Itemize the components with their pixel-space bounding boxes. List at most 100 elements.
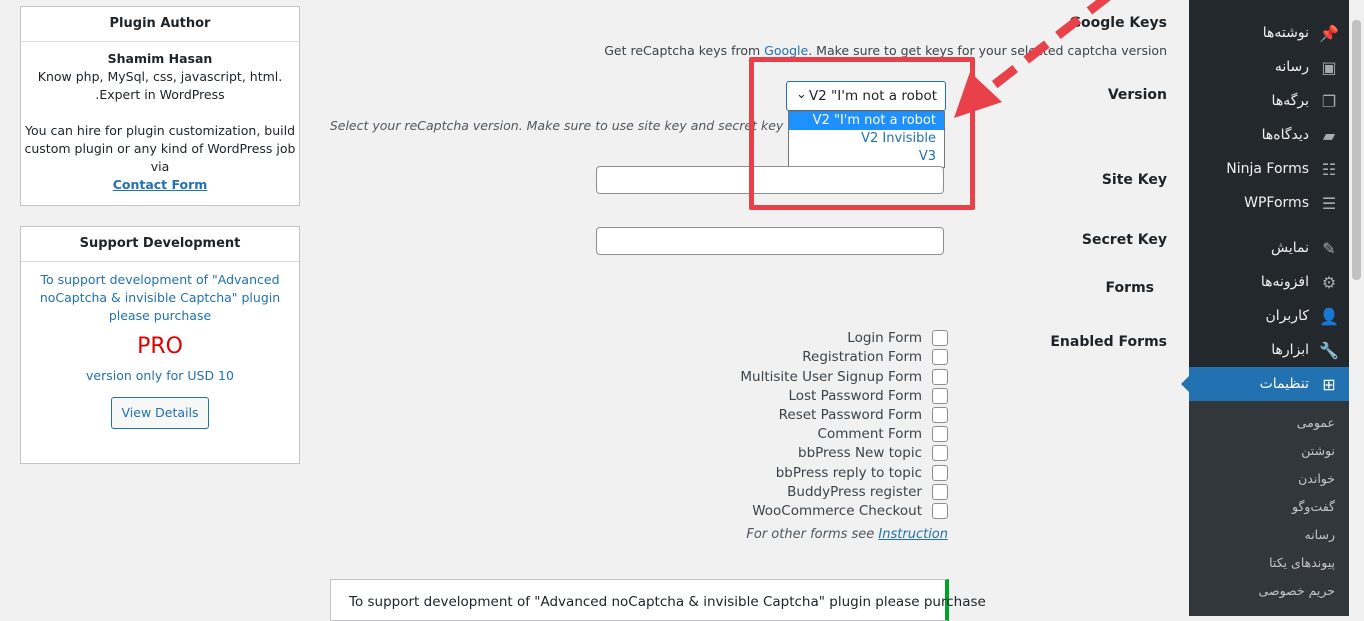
secret-key-label: Secret Key xyxy=(1081,232,1167,248)
settings-icon: ⊞ xyxy=(1322,374,1336,394)
checkbox-row-login[interactable]: Login Form xyxy=(847,329,948,347)
page-scrollbar[interactable] xyxy=(1349,0,1364,616)
checkbox[interactable] xyxy=(932,407,948,423)
checkbox-row-reset-password[interactable]: Reset Password Form xyxy=(779,406,948,424)
contact-form-link[interactable]: Contact Form xyxy=(113,177,208,192)
submenu-discussion[interactable]: گفت‌وگو xyxy=(1292,499,1335,514)
checkbox[interactable] xyxy=(932,503,948,519)
menu-label: WPForms xyxy=(1244,195,1309,211)
checkbox-row-buddypress[interactable]: BuddyPress register xyxy=(787,483,948,501)
media-icon: ▣ xyxy=(1321,57,1337,77)
submenu-general[interactable]: عمومی xyxy=(1297,415,1335,430)
checkbox[interactable] xyxy=(932,349,948,365)
scrollbar-thumb[interactable] xyxy=(1352,20,1361,280)
menu-label: رسانه xyxy=(1274,59,1309,75)
checkbox-label: Registration Form xyxy=(802,349,922,365)
checkbox[interactable] xyxy=(932,426,948,442)
checkbox[interactable] xyxy=(932,330,948,346)
support-line1: To support development of "Advanced xyxy=(40,272,280,287)
checkbox-row-lost-password[interactable]: Lost Password Form xyxy=(788,387,948,405)
checkbox-label: Login Form xyxy=(847,330,922,346)
forms-section-label: Forms xyxy=(1105,280,1154,296)
submenu-permalinks[interactable]: پیوندهای یکتا xyxy=(1269,555,1335,570)
menu-item-ninja-forms[interactable]: Ninja Forms ☷ xyxy=(1189,152,1349,186)
checkbox[interactable] xyxy=(932,445,948,461)
menu-item-appearance[interactable]: نمایش ✎ xyxy=(1189,231,1349,265)
site-key-label: Site Key xyxy=(1101,172,1167,188)
author-hire-via: via xyxy=(150,159,170,174)
menu-item-comments[interactable]: دیدگاه‌ها ▰ xyxy=(1189,118,1349,152)
author-name: Shamim Hasan xyxy=(107,51,213,66)
support-line2: noCaptcha & invisible Captcha" plugin xyxy=(39,290,281,305)
menu-label: برگه‌ها xyxy=(1271,93,1309,109)
other-forms-note: For other forms see Instruction xyxy=(746,527,948,542)
bottom-notice-text: To support development of "Advanced noCa… xyxy=(349,594,986,610)
checkbox-label: Reset Password Form xyxy=(778,407,922,423)
plugins-icon: ⚙ xyxy=(1321,272,1337,292)
checkbox-row-multisite[interactable]: Multisite User Signup Form xyxy=(740,368,948,386)
checkbox-label: bbPress New topic xyxy=(798,445,922,461)
menu-item-pages[interactable]: برگه‌ها ❐ xyxy=(1189,84,1349,118)
checkbox[interactable] xyxy=(932,369,948,385)
pin-icon: 📌 xyxy=(1319,23,1339,43)
submenu-reading[interactable]: خواندن xyxy=(1298,471,1335,486)
menu-label: افزونه‌ها xyxy=(1260,274,1309,290)
submenu-media[interactable]: رسانه xyxy=(1305,527,1336,542)
checkbox-label: BuddyPress register xyxy=(787,484,922,500)
menu-label: کاربران xyxy=(1265,308,1309,324)
checkbox-row-bbpress-reply[interactable]: bbPress reply to topic xyxy=(776,464,948,482)
checkbox[interactable] xyxy=(932,388,948,404)
admin-sidebar: نوشته‌ها 📌 رسانه ▣ برگه‌ها ❐ دیدگاه‌ها ▰ Nin… xyxy=(1181,0,1349,616)
pro-label: PRO xyxy=(137,334,183,359)
support-line3: please purchase xyxy=(108,308,212,323)
google-link[interactable]: Google xyxy=(764,43,808,58)
checkbox-row-bbpress-topic[interactable]: bbPress New topic xyxy=(798,444,948,462)
submenu-privacy[interactable]: حریم خصوصی xyxy=(1259,583,1335,598)
instruction-link[interactable]: Instruction xyxy=(878,527,948,542)
plugin-author-box: Plugin Author Shamim Hasan Know php, MyS… xyxy=(20,6,300,206)
checkbox-label: Multisite User Signup Form xyxy=(740,369,922,385)
menu-label: نمایش xyxy=(1270,240,1309,256)
checkbox[interactable] xyxy=(932,484,948,500)
comments-icon: ▰ xyxy=(1322,125,1336,145)
author-hire-line1: You can hire for plugin customization, b… xyxy=(24,123,296,138)
checkbox[interactable] xyxy=(932,465,948,481)
pages-icon: ❐ xyxy=(1321,91,1337,111)
checkbox-row-woocommerce[interactable]: WooCommerce Checkout xyxy=(752,502,948,520)
checkbox-label: Comment Form xyxy=(817,426,922,442)
forms-icon: ☷ xyxy=(1321,159,1337,179)
author-hire-line2: custom plugin or any kind of WordPress j… xyxy=(24,141,296,156)
checkbox-label: WooCommerce Checkout xyxy=(752,503,922,519)
support-price: version only for USD 10 xyxy=(86,368,234,383)
author-skills: Know php, MySql, css, javascript, html. xyxy=(37,69,283,84)
menu-item-posts[interactable]: نوشته‌ها 📌 xyxy=(1189,16,1349,50)
menu-label: Ninja Forms xyxy=(1226,161,1309,177)
tools-icon: 🔧 xyxy=(1319,340,1339,360)
menu-item-settings[interactable]: تنظیمات ⊞ xyxy=(1181,367,1349,401)
bottom-notice: To support development of "Advanced noCa… xyxy=(330,579,986,621)
checkbox-row-registration[interactable]: Registration Form xyxy=(802,348,948,366)
menu-label: نوشته‌ها xyxy=(1262,25,1309,41)
view-details-button[interactable]: View Details xyxy=(110,397,210,429)
checkbox-label: bbPress reply to topic xyxy=(775,465,922,481)
menu-label: تنظیمات xyxy=(1259,376,1309,392)
secret-key-input[interactable] xyxy=(596,227,944,255)
annotation-arrow-line xyxy=(982,0,1111,96)
wpforms-icon: ☰ xyxy=(1321,193,1337,213)
support-development-box: Support Development To support developme… xyxy=(20,226,300,464)
checkbox-row-comment[interactable]: Comment Form xyxy=(818,425,948,443)
support-title: Support Development xyxy=(21,227,299,262)
menu-label: دیدگاه‌ها xyxy=(1261,127,1309,143)
submenu-writing[interactable]: نوشتن xyxy=(1301,443,1335,458)
checkbox-label: Lost Password Form xyxy=(788,388,922,404)
annotation-arrow xyxy=(954,0,1111,118)
enabled-forms-label: Enabled Forms xyxy=(1050,334,1167,350)
menu-item-tools[interactable]: ابزارها 🔧 xyxy=(1189,333,1349,367)
menu-item-wpforms[interactable]: WPForms ☰ xyxy=(1189,186,1349,220)
settings-submenu: عمومی نوشتن خواندن گفت‌وگو رسانه پیوندها… xyxy=(1189,401,1349,616)
menu-item-media[interactable]: رسانه ▣ xyxy=(1189,50,1349,84)
menu-item-plugins[interactable]: افزونه‌ها ⚙ xyxy=(1189,265,1349,299)
menu-item-users[interactable]: کاربران 👤 xyxy=(1189,299,1349,333)
active-indicator xyxy=(1181,376,1189,392)
appearance-icon: ✎ xyxy=(1322,238,1336,258)
